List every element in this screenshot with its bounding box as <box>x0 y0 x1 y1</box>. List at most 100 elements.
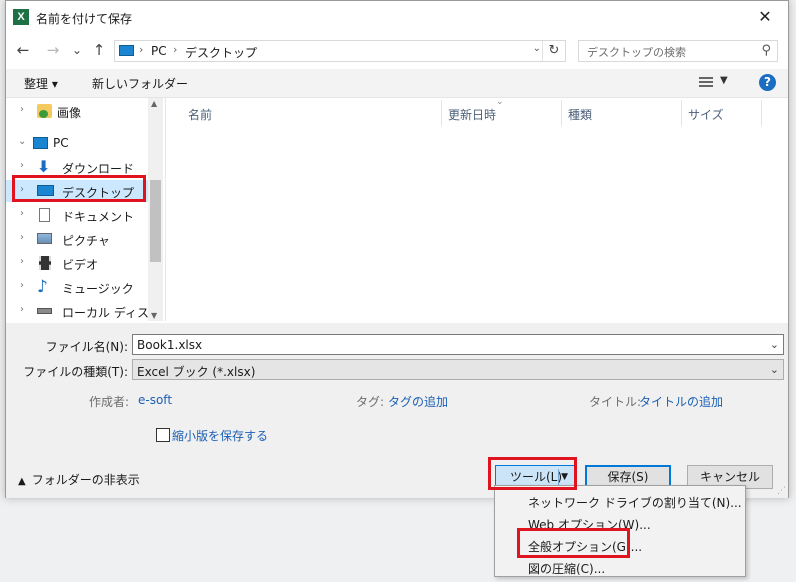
chevron-down-icon[interactable]: ▼ <box>720 75 728 86</box>
chevron-down-icon[interactable]: ⌄ <box>18 136 26 147</box>
music-icon: ♪ <box>37 277 48 297</box>
desktop-icon <box>37 185 54 196</box>
window-title: 名前を付けて保存 <box>36 12 133 26</box>
navigation-pane: › 画像 ⌄ PC › ⬇ ダウンロード › デスクトップ › ドキュメント ›… <box>6 98 164 321</box>
chevron-right-icon[interactable]: › <box>20 208 24 219</box>
picture-icon <box>37 233 52 244</box>
up-arrow-icon[interactable]: ↑ <box>90 41 108 59</box>
column-separator[interactable] <box>761 100 762 126</box>
filetype-select[interactable]: Excel ブック (*.xlsx) ⌄ <box>132 359 784 380</box>
column-header-modified[interactable]: 更新日時 <box>448 106 496 123</box>
filename-value[interactable]: Book1.xlsx <box>137 338 202 352</box>
sidebar-item-local-disk[interactable]: › ローカル ディスク (C: <box>6 300 164 321</box>
sidebar-item-label: デスクトップ <box>62 186 135 200</box>
excel-icon: X <box>13 9 29 25</box>
chevron-down-icon[interactable]: ⌄ <box>770 338 779 351</box>
pc-icon <box>33 137 48 149</box>
refresh-icon[interactable]: ↻ <box>542 41 565 61</box>
video-icon <box>39 256 51 270</box>
document-icon <box>39 208 50 222</box>
pc-icon <box>119 45 134 56</box>
chevron-right-icon[interactable]: › <box>20 232 24 243</box>
breadcrumb-pc[interactable]: PC <box>151 44 167 58</box>
resize-grip-icon[interactable]: ⋰ <box>777 486 786 496</box>
search-input[interactable] <box>585 43 749 61</box>
search-box[interactable]: ⚲ <box>578 40 778 62</box>
thumbnail-checkbox[interactable] <box>156 428 170 442</box>
recent-locations-chevron-icon[interactable]: ⌄ <box>68 41 86 59</box>
column-header-size[interactable]: サイズ <box>688 106 724 123</box>
menu-item-map-network-drive[interactable]: ネットワーク ドライブの割り当て(N)... <box>528 494 742 511</box>
chevron-right-icon[interactable]: › <box>20 184 24 195</box>
tags-label: タグ: <box>356 395 385 409</box>
filetype-label: ファイルの種類(T): <box>23 365 128 379</box>
chevron-up-icon[interactable]: ▲ <box>151 99 157 108</box>
save-as-dialog: X 名前を付けて保存 ✕ ← → ⌄ ↑ › PC › デスクトップ ⌄ ↻ ⚲… <box>5 0 789 498</box>
navigation-bar: ← → ⌄ ↑ › PC › デスクトップ ⌄ ↻ ⚲ <box>6 35 788 67</box>
chevron-right-icon[interactable]: › <box>20 256 24 267</box>
column-header-name[interactable]: 名前 <box>188 106 212 123</box>
forward-arrow-icon[interactable]: → <box>44 41 62 59</box>
tools-dropdown-menu: ネットワーク ドライブの割り当て(N)... Web オプション(W)... 全… <box>494 485 746 577</box>
close-button[interactable]: ✕ <box>742 1 788 33</box>
column-separator[interactable] <box>441 100 442 126</box>
scrollbar-thumb[interactable] <box>150 180 161 262</box>
menu-item-general-options[interactable]: 全般オプション(G)... <box>528 538 642 555</box>
title-label: タイトル: <box>589 395 642 409</box>
tags-value[interactable]: タグの追加 <box>388 393 448 410</box>
navigation-pane-scrollbar[interactable]: ▲ ▼ <box>148 98 163 321</box>
new-folder-button[interactable]: 新しいフォルダー <box>92 75 188 92</box>
thumbnail-checkbox-label[interactable]: 縮小版を保存する <box>172 427 268 444</box>
sidebar-item-label: ミュージック <box>62 282 134 296</box>
address-bar[interactable]: › PC › デスクトップ ⌄ ↻ <box>114 40 566 62</box>
pictures-folder-icon <box>37 104 52 118</box>
filename-field[interactable]: Book1.xlsx ⌄ <box>132 334 784 355</box>
organize-button[interactable]: 整理 ▾ <box>24 75 58 92</box>
menu-item-compress-pictures[interactable]: 図の圧縮(C)... <box>528 560 605 577</box>
chevron-right-icon[interactable]: › <box>20 304 24 315</box>
menu-item-web-options[interactable]: Web オプション(W)... <box>528 516 651 533</box>
view-list-icon[interactable] <box>699 77 713 89</box>
breadcrumb-separator-icon: › <box>173 43 178 56</box>
chevron-right-icon[interactable]: › <box>20 104 24 115</box>
chevron-down-icon[interactable]: ⌄ <box>770 363 779 376</box>
chevron-right-icon[interactable]: › <box>20 160 24 171</box>
title-value[interactable]: タイトルの追加 <box>639 393 723 410</box>
sidebar-item-documents[interactable]: › ドキュメント <box>6 204 151 226</box>
breadcrumb-separator-icon: › <box>139 43 144 56</box>
sidebar-item-desktop[interactable]: › デスクトップ <box>6 180 151 202</box>
sidebar-item-downloads[interactable]: › ⬇ ダウンロード <box>6 156 151 178</box>
title-bar: X 名前を付けて保存 ✕ <box>6 1 788 33</box>
hide-folders-button[interactable]: ▲ フォルダーの非表示 <box>18 471 140 488</box>
column-separator[interactable] <box>681 100 682 126</box>
split-divider <box>558 469 559 485</box>
sidebar-item-label: ダウンロード <box>62 162 135 176</box>
author-value[interactable]: e-soft <box>138 393 172 407</box>
hide-folders-label: フォルダーの非表示 <box>31 473 140 487</box>
sidebar-item-label: ピクチャ <box>62 234 110 248</box>
save-options-panel: ファイル名(N): Book1.xlsx ⌄ ファイルの種類(T): Excel… <box>6 323 788 498</box>
sidebar-item-pictures-library[interactable]: › 画像 <box>6 100 151 122</box>
sort-chevron-icon: ⌄ <box>496 97 504 107</box>
back-arrow-icon[interactable]: ← <box>14 41 32 59</box>
sidebar-item-pc[interactable]: ⌄ PC <box>6 132 151 154</box>
column-header-type[interactable]: 種類 <box>568 106 592 123</box>
chevron-down-icon[interactable]: ▼ <box>151 311 157 320</box>
author-label: 作成者: <box>89 395 130 409</box>
column-separator[interactable] <box>561 100 562 126</box>
sidebar-item-label: 画像 <box>57 106 82 120</box>
sidebar-item-music[interactable]: › ♪ ミュージック <box>6 276 151 298</box>
help-icon[interactable]: ? <box>759 74 776 91</box>
chevron-right-icon[interactable]: › <box>20 280 24 291</box>
chevron-up-icon: ▲ <box>18 476 26 487</box>
sidebar-item-videos[interactable]: › ビデオ <box>6 252 151 274</box>
sidebar-item-pictures[interactable]: › ピクチャ <box>6 228 151 250</box>
search-icon[interactable]: ⚲ <box>761 43 771 58</box>
filename-label: ファイル名(N): <box>45 340 128 354</box>
file-list[interactable]: 名前 ⌄ 更新日時 種類 サイズ <box>166 97 788 321</box>
sidebar-item-label: ビデオ <box>62 258 99 272</box>
chevron-down-icon[interactable]: ⌄ <box>533 43 541 54</box>
sidebar-item-label: PC <box>53 136 69 150</box>
breadcrumb-desktop[interactable]: デスクトップ <box>185 44 257 61</box>
filetype-value: Excel ブック (*.xlsx) <box>137 365 256 379</box>
